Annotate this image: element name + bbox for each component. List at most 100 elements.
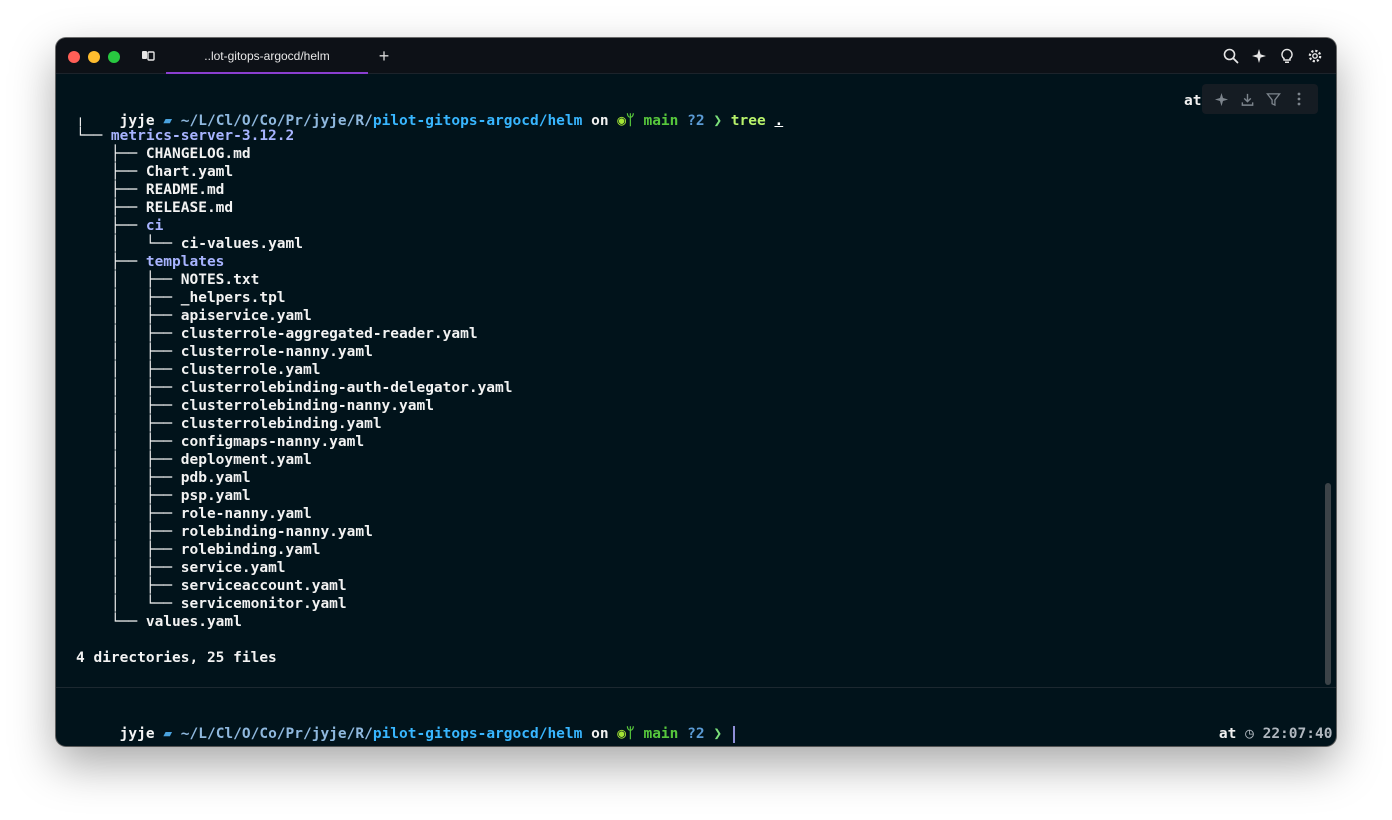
tree-line: │ ├── NOTES.txt [76,271,259,289]
tree-line: │ ├── serviceaccount.yaml [76,577,347,595]
zoom-window-button[interactable] [108,51,120,63]
tree-branch-prefix: └── [76,128,111,144]
tree-branch-prefix: │ ├── [76,524,181,540]
tree-branch-prefix: │ ├── [76,506,181,522]
tree-branch-prefix: │ ├── [76,470,181,486]
tree-line: │ ├── _helpers.tpl [76,289,286,307]
tree-branch-prefix: │ ├── [76,488,181,504]
github-icon: ◉ [617,113,627,129]
tree-file-name: clusterrole-aggregated-reader.yaml [180,326,478,342]
prompt-on: on [591,726,609,742]
command-arg: . [774,113,784,129]
tree-line: │ └── servicemonitor.yaml [76,595,347,613]
tree-file-name: psp.yaml [180,488,251,504]
tree-directory-name: ci [145,218,164,234]
tree-line: │ └── ci-values.yaml [76,235,303,253]
active-tab-indicator [166,72,368,74]
block-toolbar [1202,84,1318,114]
download-icon[interactable] [1238,90,1256,108]
tree-line: │ ├── clusterrolebinding-nanny.yaml [76,397,434,415]
tree-file-name: clusterrolebinding.yaml [180,416,382,432]
prompt-user: jyje [119,726,155,742]
ai-sparkle-icon[interactable] [1212,90,1230,108]
github-icon: ◉ [617,726,627,742]
tree-branch-prefix: │ ├── [76,362,181,378]
tab-title: ..lot-gitops-argocd/helm [204,49,330,63]
tree-file-name: pdb.yaml [180,470,251,486]
tree-branch-prefix: ├── [76,200,146,216]
tree-file-name: NOTES.txt [180,272,260,288]
prompt-path-current: pilot-gitops-argocd/helm [372,113,583,129]
tree-file-name: RELEASE.md [145,200,234,216]
prompt-on: on [591,113,609,129]
more-icon[interactable] [1290,90,1308,108]
tree-branch-prefix: │ ├── [76,542,181,558]
tree-branch-prefix: │ └── [76,596,181,612]
tree-line: ├── Chart.yaml [76,163,233,181]
tree-file-name: clusterrolebinding-auth-delegator.yaml [180,380,513,396]
tree-summary: 4 directories, 25 files [76,650,277,666]
tree-branch-prefix: │ ├── [76,272,181,288]
tree-branch-prefix: │ ├── [76,308,181,324]
git-branch-icon: ᛘ [626,726,635,742]
tree-branch-prefix: │ ├── [76,326,181,342]
prompt-git-status: ?2 [687,726,705,742]
tree-line: │ ├── clusterrole-nanny.yaml [76,343,373,361]
tree-branch-prefix: │ ├── [76,416,181,432]
tree-file-name: rolebinding.yaml [180,542,321,558]
git-branch-icon: ᛘ [626,113,635,129]
tree-file-name: Chart.yaml [145,164,234,180]
prompt-chevron: ❯ [713,726,723,742]
tree-line: ├── ci [76,217,163,235]
tree-line: │ ├── apiservice.yaml [76,307,312,325]
tree-line: │ ├── service.yaml [76,559,286,577]
tree-line: │ ├── rolebinding-nanny.yaml [76,523,373,541]
tree-file-name: _helpers.tpl [180,290,286,306]
tree-line: │ ├── pdb.yaml [76,469,251,487]
tree-directory-name: templates [145,254,225,270]
close-window-button[interactable] [68,51,80,63]
search-icon[interactable] [1222,47,1240,65]
tree-line: │ ├── clusterrole.yaml [76,361,321,379]
prompt-time: 22:07:40 [1262,726,1333,742]
filter-icon[interactable] [1264,90,1282,108]
tree-line: │ ├── clusterrole-aggregated-reader.yaml [76,325,478,343]
tree-branch-prefix: ├── [76,182,146,198]
command-text: tree [730,113,766,129]
tree-line: ├── templates [76,253,225,271]
tree-line: ├── CHANGELOG.md [76,145,251,163]
tree-directory-name: metrics-server-3.12.2 [110,128,295,144]
command-prompt: jyje ▰ ~/L/Cl/O/Co/Pr/jyje/R/pilot-gitop… [76,91,784,129]
tree-file-name: CHANGELOG.md [145,146,251,162]
tree-line: ├── README.md [76,181,225,199]
tree-branch-prefix: │ └── [76,236,181,252]
tree-file-name: clusterrole-nanny.yaml [180,344,373,360]
tab-helm[interactable]: ..lot-gitops-argocd/helm [166,38,368,74]
prompt-branch: main [643,113,679,129]
settings-icon[interactable] [1306,47,1324,65]
tree-branch-prefix: ├── [76,146,146,162]
scrollbar[interactable] [1325,483,1331,685]
tree-branch-prefix: │ ├── [76,452,181,468]
lightbulb-icon[interactable] [1278,47,1296,65]
tab-panel-icon[interactable] [140,48,156,64]
minimize-window-button[interactable] [88,51,100,63]
tree-branch-prefix: │ ├── [76,344,181,360]
tree-file-name: apiservice.yaml [180,308,312,324]
folder-icon: ▰ [163,726,173,742]
input-prompt[interactable]: jyje ▰ ~/L/Cl/O/Co/Pr/jyje/R/pilot-gitop… [76,704,735,743]
clock-icon: ◷ [1245,726,1254,742]
tree-file-name: clusterrolebinding-nanny.yaml [180,398,434,414]
tree-file-name: role-nanny.yaml [180,506,312,522]
tree-line: │ ├── role-nanny.yaml [76,505,312,523]
terminal-window: ..lot-gitops-argocd/helm + jyje ▰ ~/L/Cl… [56,38,1336,746]
tree-line: │ ├── configmaps-nanny.yaml [76,433,364,451]
tree-branch-prefix: │ ├── [76,290,181,306]
new-tab-button[interactable]: + [374,46,394,66]
prompt-right-partial: at [1184,93,1202,109]
prompt-time-block: at ◷ 22:07:40 [1184,704,1333,742]
tree-branch-prefix: │ ├── [76,380,181,396]
tree-line: │ ├── deployment.yaml [76,451,312,469]
ai-sparkle-icon[interactable] [1250,47,1268,65]
tree-branch-prefix: │ ├── [76,578,181,594]
